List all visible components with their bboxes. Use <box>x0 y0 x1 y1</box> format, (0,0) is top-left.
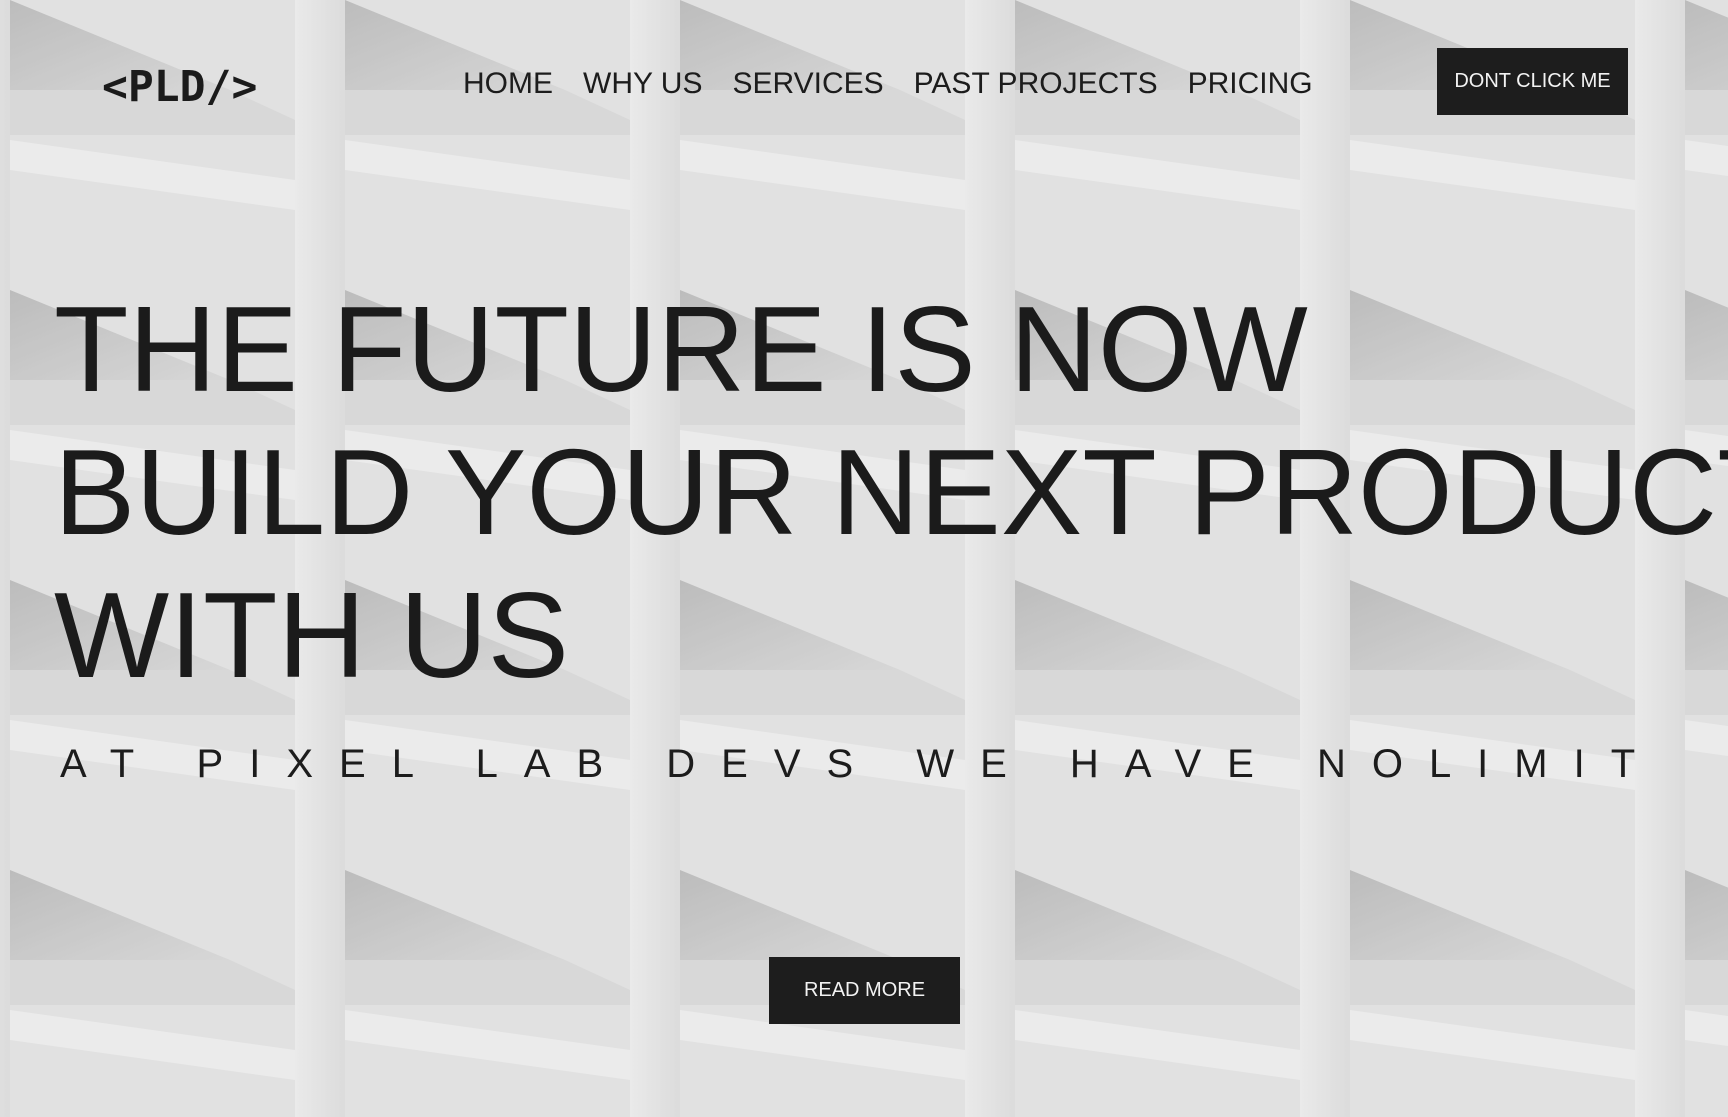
hero-title: THE FUTURE IS NOW BUILD YOUR NEXT PRODUC… <box>54 278 1728 707</box>
dont-click-me-button[interactable]: DONT CLICK ME <box>1437 48 1628 115</box>
main-nav: HOME WHY US SERVICES PAST PROJECTS PRICI… <box>463 66 1313 102</box>
nav-services[interactable]: SERVICES <box>732 66 883 102</box>
read-more-button[interactable]: READ MORE <box>769 957 960 1024</box>
hero-subtitle: AT PIXEL LAB DEVS WE HAVE NOLIMIT <box>60 742 1662 786</box>
logo[interactable]: <PLD/> <box>102 66 257 109</box>
hero-title-line-3: WITH US <box>54 567 570 703</box>
nav-pricing[interactable]: PRICING <box>1188 66 1313 102</box>
nav-why-us[interactable]: WHY US <box>583 66 702 102</box>
hero-title-line-1: THE FUTURE IS NOW <box>54 281 1308 417</box>
nav-home[interactable]: HOME <box>463 66 553 102</box>
hero-title-line-2: BUILD YOUR NEXT PRODUCT <box>54 424 1728 560</box>
nav-past-projects[interactable]: PAST PROJECTS <box>914 66 1158 102</box>
